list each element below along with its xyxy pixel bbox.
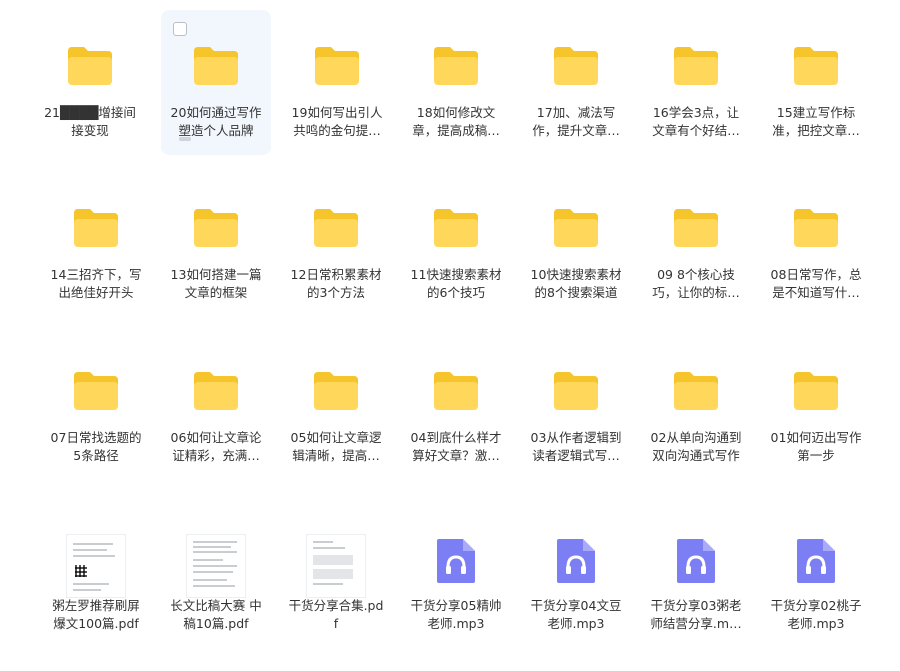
folder-icon bbox=[194, 372, 238, 410]
folder-item[interactable]: 18如何修改文章，提高成稿… bbox=[401, 10, 511, 155]
folder-icon bbox=[74, 372, 118, 410]
folder-item[interactable]: 05如何让文章逻辑清晰，提高… bbox=[281, 335, 391, 480]
file-item[interactable]: 干货分享04文豆老师.mp3 bbox=[521, 515, 631, 660]
folder-icon bbox=[314, 209, 358, 247]
item-label: 18如何修改文章，提高成稿… bbox=[412, 105, 500, 138]
folder-item[interactable]: 13如何搭建一篇文章的框架 bbox=[161, 172, 271, 317]
folder-item[interactable]: 03从作者逻辑到读者逻辑式写… bbox=[521, 335, 631, 480]
folder-item[interactable]: 02从单向沟通到双向沟通式写作 bbox=[641, 335, 751, 480]
folder-icon bbox=[794, 47, 838, 85]
folder-icon bbox=[315, 47, 359, 85]
folder-item[interactable]: 09 8个核心技巧，让你的标… bbox=[641, 172, 751, 317]
folder-icon bbox=[314, 372, 358, 410]
audio-file-icon bbox=[437, 539, 475, 583]
folder-item[interactable]: 14三招齐下，写出绝佳好开头 bbox=[41, 172, 151, 317]
item-label: 07日常找选题的5条路径 bbox=[50, 430, 142, 463]
folder-item[interactable]: 10快速搜索素材的8个搜索渠道 bbox=[521, 172, 631, 317]
folder-icon bbox=[674, 372, 718, 410]
folder-item[interactable]: 04到底什么样才算好文章？激… bbox=[401, 335, 511, 480]
folder-icon bbox=[74, 209, 118, 247]
folder-icon bbox=[434, 372, 478, 410]
audio-file-icon bbox=[677, 539, 715, 583]
folder-icon bbox=[794, 209, 838, 247]
file-item[interactable]: 干货分享05精帅老师.mp3 bbox=[401, 515, 511, 660]
item-label: 14三招齐下，写出绝佳好开头 bbox=[50, 267, 142, 300]
item-foot-mark bbox=[179, 137, 191, 141]
item-label: 21████增接间接变现 bbox=[44, 105, 136, 138]
folder-item[interactable]: 21████增接间接变现 bbox=[35, 10, 145, 155]
item-label: 19如何写出引人共鸣的金句提… bbox=[291, 105, 383, 138]
folder-item[interactable]: 17加、减法写作，提升文章… bbox=[521, 10, 631, 155]
folder-icon bbox=[794, 372, 838, 410]
pdf-thumbnail-icon bbox=[67, 535, 125, 597]
folder-icon bbox=[674, 209, 718, 247]
folder-item[interactable]: 15建立写作标准，把控文章… bbox=[761, 10, 871, 155]
item-label: 17加、减法写作，提升文章… bbox=[532, 105, 620, 138]
file-item[interactable]: 粥左罗推荐刷屏爆文100篇.pdf bbox=[41, 515, 151, 660]
item-label: 干货分享04文豆老师.mp3 bbox=[530, 598, 622, 631]
item-label: 干货分享合集.pdf bbox=[288, 598, 384, 631]
item-label: 干货分享05精帅老师.mp3 bbox=[410, 598, 502, 631]
folder-icon bbox=[68, 47, 112, 85]
item-label: 08日常写作，总是不知道写什… bbox=[770, 267, 862, 300]
select-checkbox[interactable] bbox=[173, 22, 187, 36]
item-label: 11快速搜索素材的6个技巧 bbox=[410, 267, 502, 300]
item-label: 13如何搭建一篇文章的框架 bbox=[170, 267, 262, 300]
folder-icon bbox=[554, 209, 598, 247]
file-item[interactable]: 干货分享合集.pdf bbox=[281, 515, 391, 660]
folder-item[interactable]: 19如何写出引人共鸣的金句提… bbox=[282, 10, 392, 155]
folder-item[interactable]: 01如何迈出写作第一步 bbox=[761, 335, 871, 480]
folder-icon bbox=[194, 209, 238, 247]
item-label: 长文比稿大赛 中稿10篇.pdf bbox=[170, 598, 262, 631]
item-label: 16学会3点，让文章有个好结… bbox=[652, 105, 740, 138]
item-label: 干货分享02桃子老师.mp3 bbox=[770, 598, 862, 631]
item-label: 06如何让文章论证精彩，充满… bbox=[170, 430, 262, 463]
folder-item[interactable]: 11快速搜索素材的6个技巧 bbox=[401, 172, 511, 317]
audio-file-icon bbox=[557, 539, 595, 583]
item-label: 干货分享03粥老师结营分享.m… bbox=[650, 598, 742, 631]
folder-item[interactable]: 12日常积累素材的3个方法 bbox=[281, 172, 391, 317]
audio-file-icon bbox=[797, 539, 835, 583]
file-item[interactable]: 干货分享02桃子老师.mp3 bbox=[761, 515, 871, 660]
folder-icon bbox=[434, 47, 478, 85]
file-item[interactable]: 长文比稿大赛 中稿10篇.pdf bbox=[161, 515, 271, 660]
folder-item[interactable]: 08日常写作，总是不知道写什… bbox=[761, 172, 871, 317]
item-label: 12日常积累素材的3个方法 bbox=[290, 267, 382, 300]
folder-icon bbox=[674, 47, 718, 85]
item-label: 20如何通过写作塑造个人品牌 bbox=[170, 105, 262, 138]
item-label: 03从作者逻辑到读者逻辑式写… bbox=[530, 430, 622, 463]
folder-item[interactable]: 20如何通过写作塑造个人品牌 bbox=[161, 10, 271, 155]
file-grid: 21████增接间接变现 20如何通过写作塑造个人品牌 19如何写出引人共鸣的金… bbox=[35, 10, 875, 660]
folder-icon bbox=[554, 372, 598, 410]
item-label: 10快速搜索素材的8个搜索渠道 bbox=[530, 267, 622, 300]
item-label: 粥左罗推荐刷屏爆文100篇.pdf bbox=[52, 598, 140, 631]
folder-icon bbox=[554, 47, 598, 85]
pdf-thumbnail-icon bbox=[187, 535, 245, 597]
folder-item[interactable]: 16学会3点，让文章有个好结… bbox=[641, 10, 751, 155]
item-label: 09 8个核心技巧，让你的标… bbox=[652, 267, 740, 300]
file-item[interactable]: 干货分享03粥老师结营分享.m… bbox=[641, 515, 751, 660]
item-label: 15建立写作标准，把控文章… bbox=[772, 105, 860, 138]
pdf-thumbnail-icon bbox=[307, 535, 365, 597]
folder-icon bbox=[434, 209, 478, 247]
item-label: 04到底什么样才算好文章？激… bbox=[410, 430, 502, 463]
item-label: 01如何迈出写作第一步 bbox=[770, 430, 862, 463]
folder-item[interactable]: 06如何让文章论证精彩，充满… bbox=[161, 335, 271, 480]
folder-item[interactable]: 07日常找选题的5条路径 bbox=[41, 335, 151, 480]
folder-icon bbox=[194, 47, 238, 85]
item-label: 02从单向沟通到双向沟通式写作 bbox=[650, 430, 742, 463]
item-label: 05如何让文章逻辑清晰，提高… bbox=[290, 430, 382, 463]
